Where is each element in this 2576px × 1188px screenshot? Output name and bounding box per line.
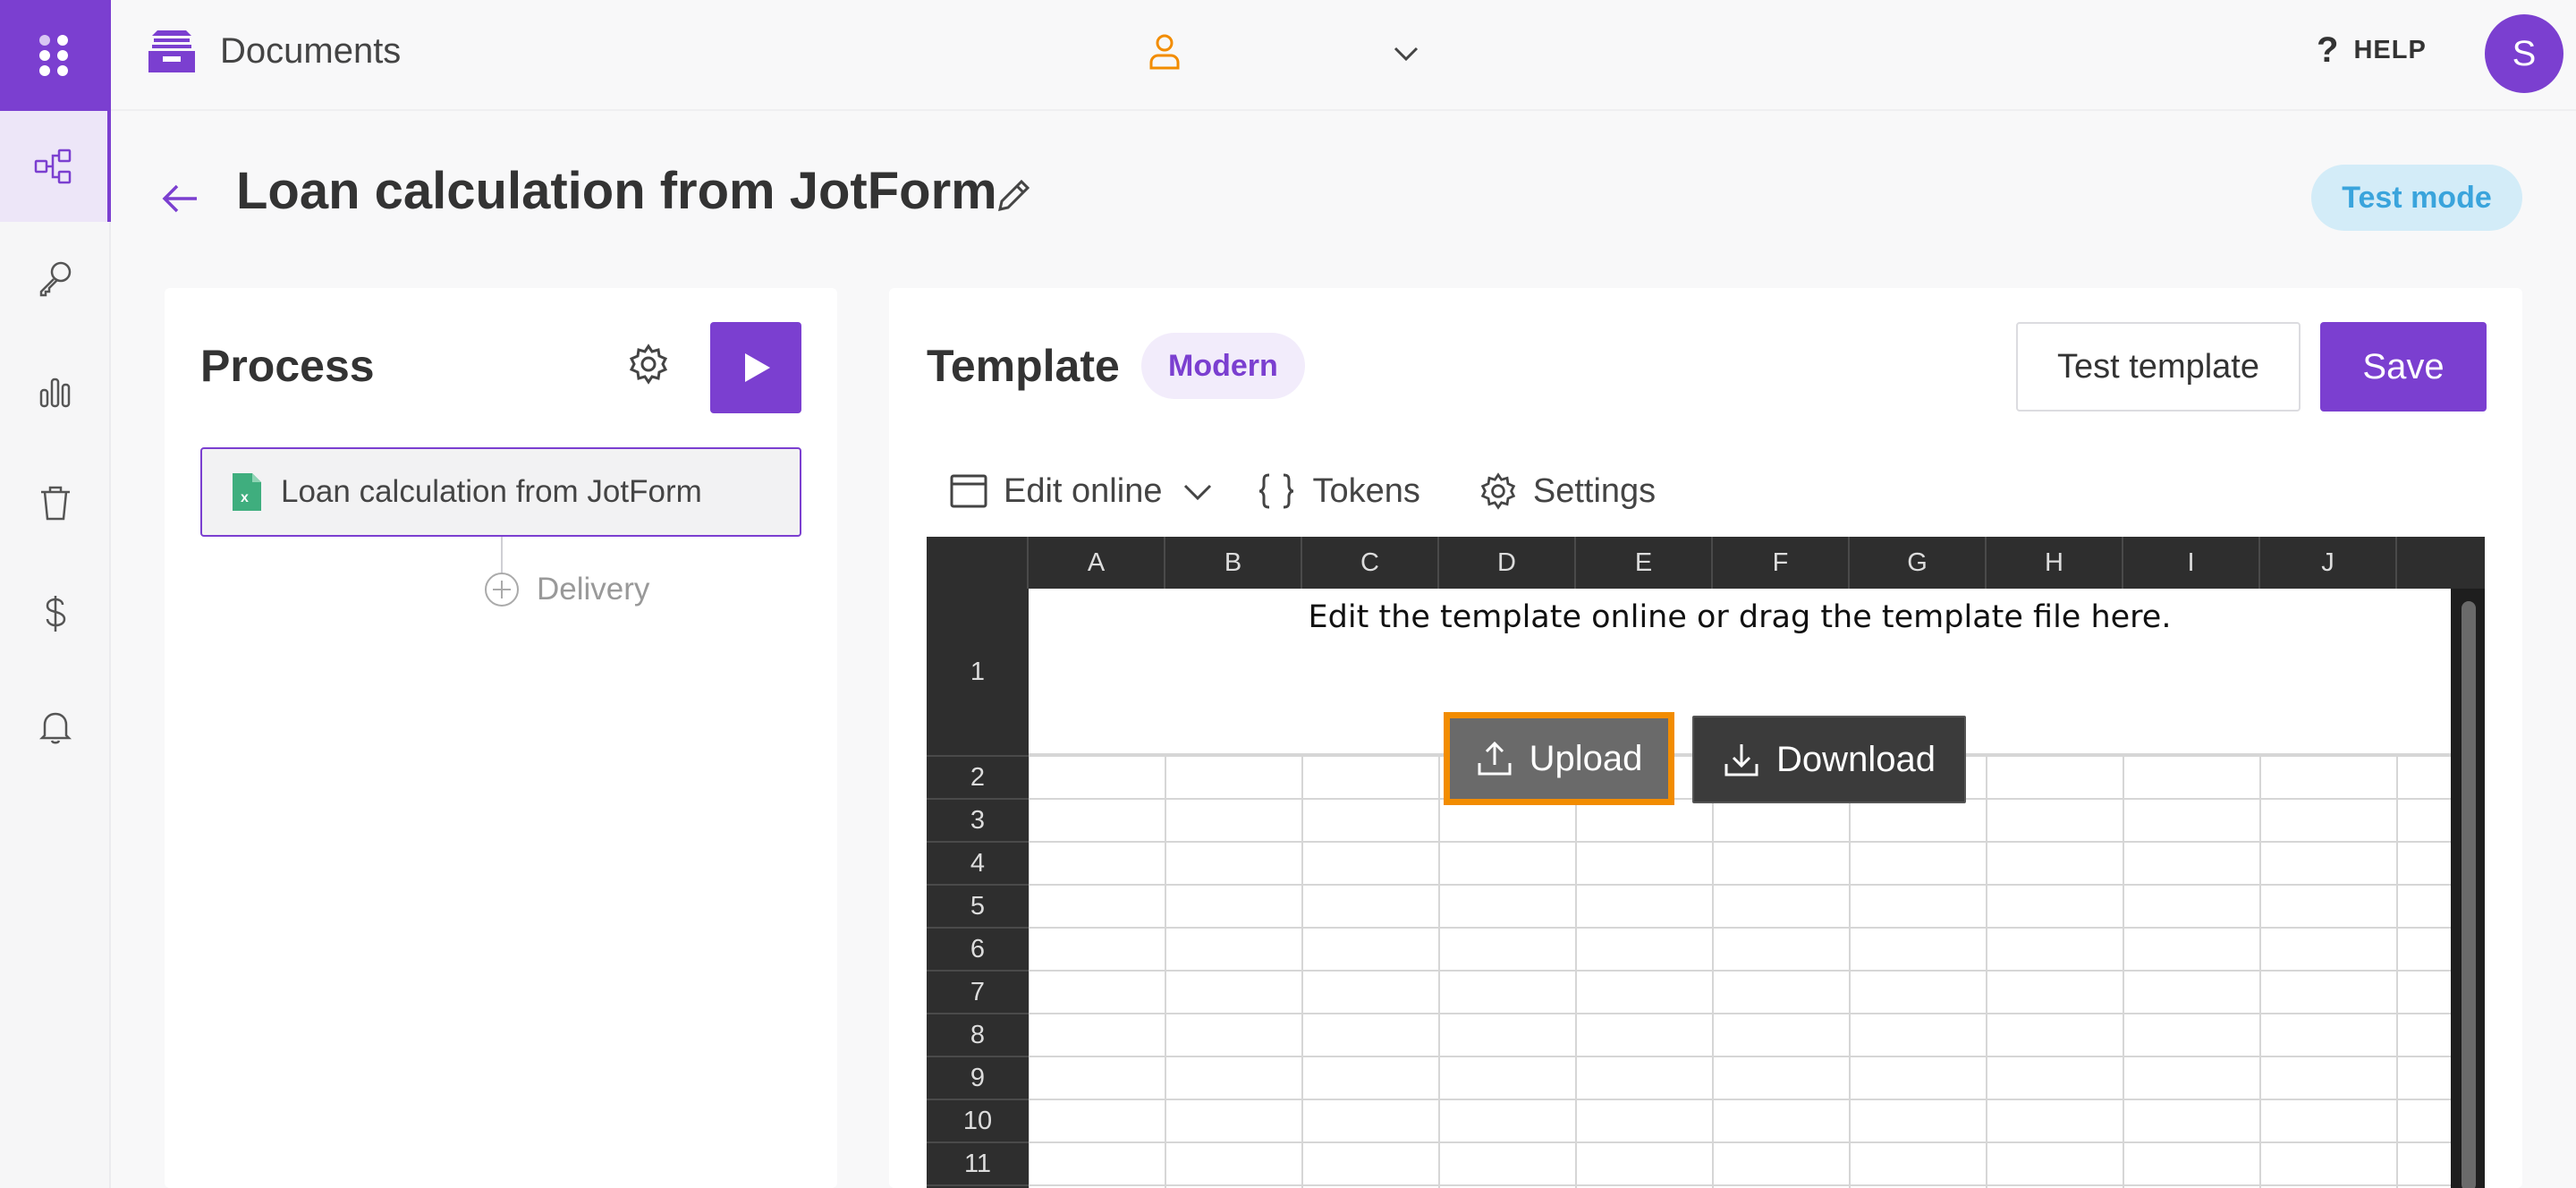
arrow-left-icon (162, 184, 197, 213)
row-header: 1 (927, 589, 1029, 757)
row-header: 6 (927, 929, 1029, 972)
process-settings-button[interactable] (628, 344, 669, 389)
download-label: Download (1776, 739, 1936, 779)
settings-label: Settings (1532, 471, 1657, 510)
row-header: 11 (927, 1143, 1029, 1186)
add-delivery-button[interactable]: Delivery (483, 571, 649, 608)
process-item-label: Loan calculation from JotForm (281, 474, 702, 509)
column-header: I (2123, 537, 2260, 589)
download-icon (1724, 744, 1758, 776)
brand[interactable]: Documents (147, 27, 401, 75)
corner-cell (927, 537, 1029, 589)
drop-hint: Edit the template online or drag the tem… (1308, 599, 2172, 635)
scrollbar-thumb[interactable] (2462, 601, 2476, 1188)
play-icon (745, 353, 770, 382)
user-selector[interactable] (1148, 32, 1181, 70)
row-header: 4 (927, 843, 1029, 886)
dollar-icon (46, 596, 66, 632)
delivery-label: Delivery (537, 572, 650, 607)
documents-tray-icon (148, 30, 195, 72)
curly-braces-icon (1259, 473, 1294, 509)
gear-icon (629, 344, 668, 385)
connector-line (501, 537, 503, 574)
svg-text:x: x (241, 490, 249, 505)
column-header: E (1576, 537, 1713, 589)
help-button[interactable]: ? HELP (2317, 30, 2427, 71)
excel-file-icon: x (233, 473, 261, 511)
column-header: H (1987, 537, 2123, 589)
tokens-label: Tokens (1312, 471, 1420, 510)
column-header: A (1029, 537, 1165, 589)
column-header: G (1850, 537, 1987, 589)
rail-item-workflows[interactable] (0, 111, 111, 222)
column-header: B (1165, 537, 1302, 589)
question-mark-icon: ? (2317, 30, 2340, 70)
upload-icon (1478, 741, 1512, 776)
rail-item-billing[interactable] (0, 558, 111, 669)
row-header: 8 (927, 1014, 1029, 1057)
row-header: 3 (927, 800, 1029, 843)
template-style-badge: Modern (1141, 333, 1305, 399)
plus-circle-icon (485, 573, 519, 607)
edit-online-button[interactable]: Edit online (950, 472, 1162, 511)
template-settings-button[interactable]: Settings (1479, 472, 1656, 511)
test-template-button[interactable]: Test template (2016, 322, 2301, 412)
help-label: HELP (2353, 36, 2427, 64)
bell-icon (38, 712, 72, 744)
rail-item-reports[interactable] (0, 336, 111, 447)
edit-online-dropdown[interactable] (1182, 475, 1214, 507)
tokens-button[interactable]: Tokens (1257, 471, 1420, 511)
user-icon (1149, 34, 1180, 70)
user-selector-chevron[interactable] (1390, 38, 1422, 74)
column-header: C (1302, 537, 1439, 589)
process-title: Process (200, 341, 375, 391)
process-item[interactable]: x Loan calculation from JotForm (200, 447, 801, 537)
rail-item-trash[interactable] (0, 447, 111, 558)
bar-chart-icon (39, 378, 71, 408)
trash-icon (41, 486, 70, 521)
test-mode-badge[interactable]: Test mode (2311, 165, 2522, 231)
template-title: Template (927, 341, 1120, 391)
workflow-icon (34, 148, 72, 184)
spreadsheet-editor[interactable]: A B C D E F G H I J 1 2 3 4 5 6 7 8 9 10… (927, 537, 2485, 1188)
app-name: Documents (220, 30, 402, 71)
column-header: F (1713, 537, 1850, 589)
avatar[interactable]: S (2485, 14, 2563, 93)
column-header: J (2260, 537, 2397, 589)
row-header: 10 (927, 1100, 1029, 1143)
key-icon (39, 261, 72, 297)
chevron-down-icon (1184, 484, 1212, 501)
process-panel: Process x Loan calculation from JotForm … (165, 288, 837, 1188)
gear-icon (1480, 472, 1516, 510)
left-rail (0, 0, 111, 1188)
edit-title-button[interactable] (993, 175, 1034, 221)
upload-button[interactable]: Upload (1444, 712, 1674, 805)
top-bar: Documents ? HELP S (111, 0, 2576, 111)
row-header: 5 (927, 886, 1029, 929)
window-icon (950, 474, 987, 508)
apps-icon (39, 35, 68, 76)
row-header: 2 (927, 757, 1029, 800)
chevron-down-icon (1394, 47, 1419, 62)
edit-online-label: Edit online (1004, 471, 1163, 510)
template-toolbar: Edit online Tokens Settings (950, 463, 1656, 519)
upload-label: Upload (1529, 738, 1643, 778)
rail-item-keys[interactable] (0, 224, 111, 335)
run-process-button[interactable] (710, 322, 801, 413)
row-header: 7 (927, 972, 1029, 1014)
save-button[interactable]: Save (2320, 322, 2487, 412)
page-title: Loan calculation from JotForm (236, 162, 997, 220)
pencil-icon (998, 179, 1030, 211)
rail-item-notifications[interactable] (0, 671, 111, 782)
column-header: D (1439, 537, 1576, 589)
cell-grid[interactable] (1029, 589, 2467, 1188)
row-header: 9 (927, 1057, 1029, 1100)
download-button[interactable]: Download (1692, 716, 1966, 803)
back-button[interactable] (161, 179, 200, 223)
apps-menu-button[interactable] (0, 0, 111, 111)
